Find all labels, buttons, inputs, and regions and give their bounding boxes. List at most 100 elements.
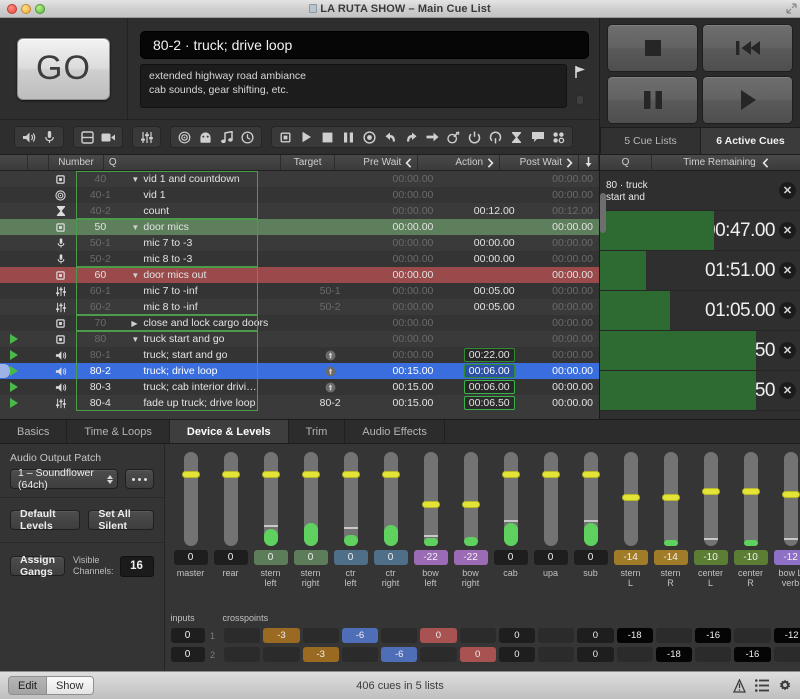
cue-name[interactable]: mic 8 to -3 (127, 251, 303, 267)
crosspoint-cell[interactable] (460, 628, 496, 643)
crosspoint-cell[interactable]: -16 (734, 647, 770, 662)
cue-name[interactable]: ▼door mics (127, 219, 303, 235)
flag-icon[interactable] (574, 65, 587, 79)
music-icon[interactable] (217, 128, 236, 146)
wait-icon[interactable] (238, 128, 257, 146)
cue-post-wait[interactable]: 00:00.00 (521, 317, 599, 329)
cue-number[interactable]: 80-3 (73, 381, 127, 393)
cue-name[interactable]: mic 8 to -inf (127, 299, 303, 315)
cue-post-wait[interactable]: 00:00.00 (521, 189, 599, 201)
crosspoint-cell[interactable] (381, 628, 417, 643)
go-button[interactable]: GO (17, 38, 110, 100)
crosspoint-cell[interactable]: -6 (381, 647, 417, 662)
osc-icon[interactable] (196, 128, 215, 146)
table-row[interactable]: 40-2count00:00.0000:12.0000:12.00 (0, 203, 599, 219)
cue-pre-wait[interactable]: 00:00.00 (357, 173, 439, 185)
slider-thumb[interactable] (662, 494, 680, 501)
table-row[interactable]: 60-1mic 7 to -inf50-100:00.0000:05.0000:… (0, 283, 599, 299)
slider-thumb[interactable] (702, 488, 720, 495)
table-row[interactable]: 60▼door mics out00:00.0000:00.00 (0, 267, 599, 283)
crosspoint-cell[interactable] (774, 647, 800, 662)
crosspoint-cell[interactable]: 0 (460, 647, 496, 662)
start-icon[interactable] (297, 128, 316, 146)
stop-icon[interactable] (318, 128, 337, 146)
cue-name[interactable]: fade up truck; drive loop (127, 395, 303, 411)
channel-level-value[interactable]: 0 (254, 550, 288, 565)
crosspoint-input-value[interactable]: 0 (171, 628, 205, 643)
cue-number[interactable]: 40-2 (73, 205, 127, 217)
slider-thumb[interactable] (742, 488, 760, 495)
crosspoint-cell[interactable]: -3 (263, 628, 299, 643)
cue-post-wait[interactable]: 00:00.00 (521, 365, 599, 377)
active-cue-stop-button[interactable]: ✕ (779, 382, 796, 399)
table-row[interactable]: 80-2truck; drive loop00:15.0000:06.0000:… (0, 363, 599, 379)
cue-pre-wait[interactable]: 00:15.00 (357, 381, 439, 393)
warning-icon[interactable] (733, 679, 746, 693)
crosspoint-cell[interactable]: 0 (577, 628, 613, 643)
script-icon[interactable] (549, 128, 568, 146)
resize-grip-icon[interactable] (786, 3, 797, 14)
cue-name[interactable]: ▼door mics out (127, 267, 303, 283)
audio-icon[interactable] (19, 128, 38, 146)
channel-slider[interactable] (424, 452, 438, 546)
slider-thumb[interactable] (342, 471, 360, 478)
mic-icon[interactable] (40, 128, 59, 146)
cue-number[interactable]: 80 (73, 333, 127, 345)
cue-action-time[interactable]: 00:12.00 (439, 203, 520, 219)
notes-resize-knob[interactable] (576, 95, 584, 105)
header-pre-wait[interactable]: Pre Wait (335, 155, 418, 170)
cue-post-wait[interactable]: 00:00.00 (521, 333, 599, 345)
cue-number[interactable]: 60-1 (73, 285, 127, 297)
action-time-field[interactable]: 00:06.50 (464, 396, 515, 410)
pause-button[interactable] (607, 76, 698, 124)
cue-post-wait[interactable]: 00:00.00 (521, 253, 599, 265)
cue-pre-wait[interactable]: 00:00.00 (357, 253, 439, 265)
tab-time-loops[interactable]: Time & Loops (67, 420, 169, 443)
channel-level-value[interactable]: 0 (574, 550, 608, 565)
cue-target[interactable] (303, 366, 357, 377)
cue-post-wait[interactable]: 00:00.00 (521, 221, 599, 233)
pause-icon[interactable] (339, 128, 358, 146)
channel-slider[interactable] (584, 452, 598, 546)
assign-gangs-button[interactable]: Assign Gangs (10, 556, 65, 576)
slider-thumb[interactable] (622, 494, 640, 501)
channel-level-value[interactable]: 0 (174, 550, 208, 565)
default-levels-button[interactable]: Default Levels (10, 510, 80, 530)
cue-number[interactable]: 60 (73, 269, 127, 281)
active-cue-row[interactable]: 80-2 ·truck;01:51.00✕ (600, 251, 800, 291)
cue-action-time[interactable] (439, 187, 520, 203)
crosspoint-cell[interactable] (538, 628, 574, 643)
channel-slider[interactable] (384, 452, 398, 546)
rewind-button[interactable] (702, 24, 793, 72)
crosspoint-cell[interactable]: 0 (499, 628, 535, 643)
tab-active-cues[interactable]: 6 Active Cues (700, 127, 800, 154)
active-cue-row[interactable]: 80-5 ·fade up00:08.50✕ (600, 371, 800, 411)
cue-action-time[interactable] (439, 219, 520, 235)
action-time-field[interactable]: 00:22.00 (464, 348, 515, 362)
slider-thumb[interactable] (582, 471, 600, 478)
cue-name[interactable]: truck; drive loop (127, 363, 303, 379)
table-row[interactable]: 40▼vid 1 and countdown00:00.0000:00.00 (0, 171, 599, 187)
cue-name[interactable]: ▼truck start and go (127, 331, 303, 347)
table-row[interactable]: 50-2mic 8 to -300:00.0000:00.0000:00.00 (0, 251, 599, 267)
tab-audio-effects[interactable]: Audio Effects (345, 420, 445, 443)
fade-icon[interactable] (137, 128, 156, 146)
cue-rows-container[interactable]: 40▼vid 1 and countdown00:00.0000:00.0040… (0, 171, 599, 419)
channel-level-value[interactable]: 0 (294, 550, 328, 565)
wait-timer-icon[interactable] (507, 128, 526, 146)
cue-action-time[interactable]: 00:06.00 (439, 379, 520, 395)
cue-name[interactable]: mic 7 to -3 (127, 235, 303, 251)
video-icon[interactable] (78, 128, 97, 146)
crosspoint-cell[interactable] (263, 647, 299, 662)
tab-cue-lists[interactable]: 5 Cue Lists (600, 127, 700, 154)
goto-icon[interactable] (423, 128, 442, 146)
active-cue-row[interactable]: 80-3 ·truck; cab01:05.00✕ (600, 291, 800, 331)
cue-number[interactable]: 60-2 (73, 301, 127, 313)
table-row[interactable]: 50-1mic 7 to -300:00.0000:00.0000:00.00 (0, 235, 599, 251)
stop-all-button[interactable] (607, 24, 698, 72)
disclosure-triangle[interactable]: ▼ (131, 175, 140, 184)
crosspoint-cell[interactable]: -18 (656, 647, 692, 662)
crosspoint-cell[interactable] (656, 628, 692, 643)
table-row[interactable]: 40-1vid 100:00.0000:00.00 (0, 187, 599, 203)
crosspoint-cell[interactable]: 0 (577, 647, 613, 662)
